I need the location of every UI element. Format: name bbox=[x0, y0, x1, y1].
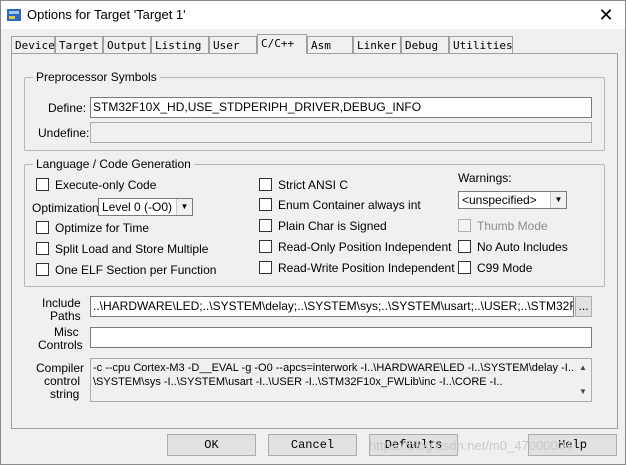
include-browse-button[interactable]: ... bbox=[575, 296, 592, 317]
include-label-line1: Include bbox=[42, 296, 81, 310]
strict-ansi-label: Strict ANSI C bbox=[278, 178, 349, 192]
tab-target[interactable]: Target bbox=[55, 36, 103, 53]
define-input[interactable]: STM32F10X_HD,USE_STDPERIPH_DRIVER,DEBUG_… bbox=[90, 97, 592, 118]
checkbox-box bbox=[458, 261, 471, 274]
split-load-label: Split Load and Store Multiple bbox=[55, 242, 209, 256]
chevron-down-icon[interactable]: ▼ bbox=[575, 385, 591, 399]
execute-only-checkbox[interactable]: Execute-only Code bbox=[36, 178, 156, 192]
thumb-mode-label: Thumb Mode bbox=[477, 219, 548, 233]
cancel-button[interactable]: Cancel bbox=[268, 434, 357, 456]
split-load-checkbox[interactable]: Split Load and Store Multiple bbox=[36, 242, 208, 256]
undefine-input[interactable] bbox=[90, 122, 592, 143]
checkbox-box bbox=[36, 221, 49, 234]
strict-ansi-checkbox[interactable]: Strict ANSI C bbox=[259, 178, 348, 192]
checkbox-box bbox=[458, 240, 471, 253]
checkbox-box bbox=[259, 261, 272, 274]
tab-linker[interactable]: Linker bbox=[353, 36, 401, 53]
plain-char-checkbox[interactable]: Plain Char is Signed bbox=[259, 219, 387, 233]
warnings-value: <unspecified> bbox=[462, 193, 537, 207]
ro-position-checkbox[interactable]: Read-Only Position Independent bbox=[259, 240, 451, 254]
language-group-label: Language / Code Generation bbox=[33, 157, 194, 171]
compiler-label-line3: string bbox=[50, 387, 80, 401]
compiler-control-string: -c --cpu Cortex-M3 -D__EVAL -g -O0 --apc… bbox=[90, 358, 592, 402]
no-auto-includes-checkbox[interactable]: No Auto Includes bbox=[458, 240, 568, 254]
checkbox-box bbox=[259, 219, 272, 232]
tab-user[interactable]: User bbox=[209, 36, 257, 53]
tab-output[interactable]: Output bbox=[103, 36, 151, 53]
one-elf-label: One ELF Section per Function bbox=[55, 263, 217, 277]
compiler-line-2: \SYSTEM\sys -I..\SYSTEM\usart -I..\USER … bbox=[93, 376, 503, 388]
checkbox-box bbox=[36, 242, 49, 255]
execute-only-label: Execute-only Code bbox=[55, 178, 157, 192]
options-dialog: Options for Target 'Target 1' ✕ Device T… bbox=[0, 0, 626, 465]
keil-app-icon bbox=[6, 7, 22, 23]
checkbox-box bbox=[259, 198, 272, 211]
window-title: Options for Target 'Target 1' bbox=[27, 7, 186, 22]
misc-controls-input[interactable] bbox=[90, 327, 592, 348]
chevron-up-icon[interactable]: ▲ bbox=[575, 361, 591, 375]
ok-button[interactable]: OK bbox=[167, 434, 256, 456]
undefine-label: Undefine: bbox=[38, 126, 90, 140]
preprocessor-group-label: Preprocessor Symbols bbox=[33, 70, 160, 84]
thumb-mode-checkbox[interactable]: Thumb Mode bbox=[458, 219, 548, 233]
compiler-label-line2: control bbox=[44, 374, 81, 388]
one-elf-checkbox[interactable]: One ELF Section per Function bbox=[36, 263, 216, 277]
checkbox-box bbox=[259, 178, 272, 191]
watermark: https://blog.csdn.net/m0_47000004 bbox=[369, 438, 573, 453]
enum-container-checkbox[interactable]: Enum Container always int bbox=[259, 198, 421, 212]
close-icon[interactable]: ✕ bbox=[595, 4, 617, 26]
tab-bar: Device Target Output Listing User C/C++ … bbox=[11, 34, 617, 54]
tab-c-cpp[interactable]: C/C++ bbox=[257, 34, 307, 54]
no-auto-includes-label: No Auto Includes bbox=[477, 240, 568, 254]
optimization-value: Level 0 (-O0) bbox=[102, 200, 173, 214]
optimize-time-label: Optimize for Time bbox=[55, 221, 150, 235]
checkbox-box bbox=[259, 240, 272, 253]
checkbox-box bbox=[36, 263, 49, 276]
tab-device[interactable]: Device bbox=[11, 36, 55, 53]
chevron-down-icon: ▼ bbox=[176, 199, 192, 215]
tab-asm[interactable]: Asm bbox=[307, 36, 353, 53]
enum-container-label: Enum Container always int bbox=[278, 198, 421, 212]
rw-position-label: Read-Write Position Independent bbox=[278, 261, 455, 275]
compiler-line-1: -c --cpu Cortex-M3 -D__EVAL -g -O0 --apc… bbox=[93, 362, 574, 374]
warnings-label: Warnings: bbox=[458, 171, 512, 185]
optimization-label: Optimization: bbox=[32, 201, 103, 215]
compiler-label-line1: Compiler bbox=[36, 361, 85, 375]
include-paths-input[interactable]: ..\HARDWARE\LED;..\SYSTEM\delay;..\SYSTE… bbox=[90, 296, 574, 317]
optimization-select[interactable]: Level 0 (-O0) ▼ bbox=[98, 198, 193, 216]
optimize-time-checkbox[interactable]: Optimize for Time bbox=[36, 221, 149, 235]
include-label-line2: Paths bbox=[50, 309, 81, 323]
tab-listing[interactable]: Listing bbox=[151, 36, 209, 53]
define-label: Define: bbox=[48, 101, 87, 115]
checkbox-box bbox=[36, 178, 49, 191]
rw-position-checkbox[interactable]: Read-Write Position Independent bbox=[259, 261, 455, 275]
compiler-scrollbar[interactable]: ▲ ▼ bbox=[575, 359, 591, 401]
misc-label-line2: Controls bbox=[38, 338, 83, 352]
c99-mode-checkbox[interactable]: C99 Mode bbox=[458, 261, 532, 275]
tab-debug[interactable]: Debug bbox=[401, 36, 449, 53]
ro-position-label: Read-Only Position Independent bbox=[278, 240, 452, 254]
warnings-select[interactable]: <unspecified> ▼ bbox=[458, 191, 567, 209]
c-cpp-panel: Preprocessor Symbols Define: STM32F10X_H… bbox=[11, 53, 618, 429]
c99-mode-label: C99 Mode bbox=[477, 261, 533, 275]
chevron-down-icon: ▼ bbox=[550, 192, 566, 208]
checkbox-box bbox=[458, 219, 471, 232]
misc-label-line1: Misc bbox=[54, 325, 79, 339]
tab-utilities[interactable]: Utilities bbox=[449, 36, 513, 53]
plain-char-label: Plain Char is Signed bbox=[278, 219, 387, 233]
title-bar: Options for Target 'Target 1' ✕ bbox=[1, 1, 625, 29]
